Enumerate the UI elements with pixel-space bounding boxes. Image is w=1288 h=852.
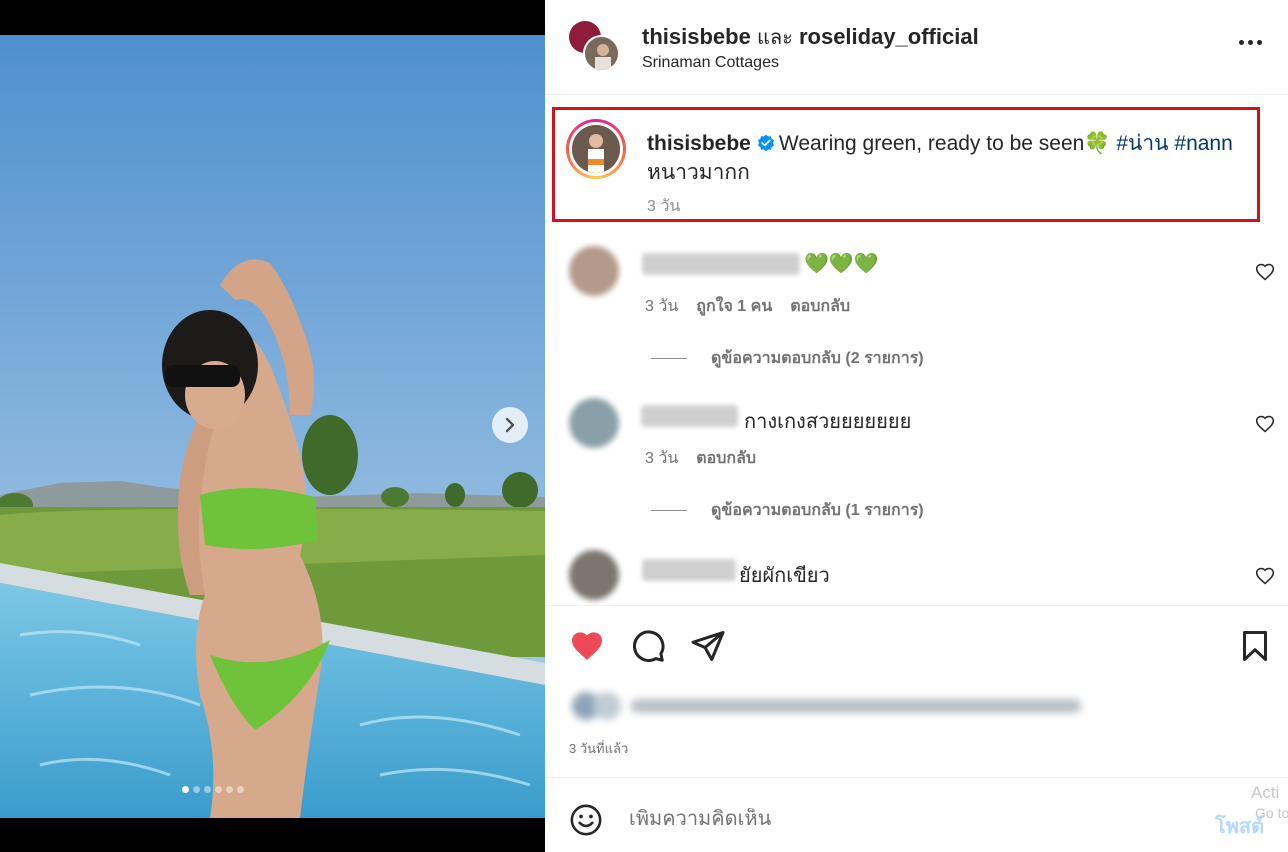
commenter-avatar[interactable]	[569, 398, 619, 448]
carousel-next-button[interactable]	[492, 407, 528, 443]
post-media	[0, 0, 545, 852]
view-replies-button[interactable]: ดูข้อความตอบกลับ (2 รายการ)	[651, 346, 924, 371]
replies-divider-line	[651, 358, 687, 359]
post-header: thisisbebe และ roseliday_official Srinam…	[545, 0, 1288, 95]
view-replies-label: ดูข้อความตอบกลับ (1 รายการ)	[711, 502, 924, 519]
owner-username-link[interactable]: thisisbebe	[642, 24, 751, 49]
hashtag-link[interactable]: #น่าน	[1116, 132, 1168, 155]
post-timestamp[interactable]: 3 วันที่แล้ว	[569, 738, 628, 759]
commenter-username-blurred[interactable]	[642, 253, 800, 275]
hashtag-link[interactable]: #nann	[1174, 132, 1232, 155]
commenter-avatar[interactable]	[569, 550, 619, 600]
caption-line-2: หนาวมากก	[647, 161, 750, 184]
add-comment-input[interactable]	[629, 808, 1209, 831]
comment-text: ยัยผักเขียว	[739, 565, 830, 587]
like-heart-icon[interactable]	[569, 628, 605, 664]
connector-text: และ	[756, 27, 793, 49]
comment-bubble-icon[interactable]	[630, 628, 666, 664]
like-comment-heart-icon[interactable]	[1255, 414, 1275, 434]
carousel-dot-active	[182, 786, 189, 793]
comment-time[interactable]: 3 วัน	[645, 450, 678, 467]
comment-composer: โพสต์ Acti Go to	[545, 777, 1288, 852]
emoji-smile-icon[interactable]	[569, 803, 603, 837]
reply-button[interactable]: ตอบกลับ	[790, 298, 850, 315]
chevron-right-icon	[505, 417, 515, 433]
replies-divider-line	[651, 510, 687, 511]
reply-button[interactable]: ตอบกลับ	[696, 450, 756, 467]
comment-text: กางเกงสวยยยยยยย	[744, 411, 912, 433]
caption-avatar	[572, 125, 620, 173]
comments-list[interactable]: 💚💚💚 3 วัน ถูกใจ 1 คน ตอบกลับ ดูข้อความตอบก…	[545, 230, 1288, 605]
comment-text: 💚💚💚	[804, 253, 879, 275]
post-side-panel: thisisbebe และ roseliday_official Srinam…	[545, 0, 1288, 852]
carousel-indicator	[182, 786, 244, 793]
carousel-dot	[215, 786, 222, 793]
commenter-avatar[interactable]	[569, 246, 619, 296]
commenter-username-blurred[interactable]	[641, 405, 738, 427]
share-paper-plane-icon[interactable]	[690, 628, 726, 664]
clover-emoji: 🍀	[1084, 132, 1111, 155]
more-options-button[interactable]	[1239, 40, 1262, 45]
caption-avatar-inner	[569, 122, 623, 176]
carousel-dot	[237, 786, 244, 793]
comment-likes[interactable]: ถูกใจ 1 คน	[696, 298, 772, 315]
owner-avatar[interactable]	[583, 35, 620, 72]
post-action-bar	[545, 605, 1288, 683]
caption-body: Wearing green, ready to be seen	[778, 132, 1085, 155]
location-link[interactable]: Srinaman Cottages	[642, 54, 779, 72]
carousel-dot	[204, 786, 211, 793]
comment-meta: 3 วัน ถูกใจ 1 คน ตอบกลับ	[645, 294, 850, 319]
carousel-dot	[226, 786, 233, 793]
carousel-dot	[193, 786, 200, 793]
view-replies-label: ดูข้อความตอบกลับ (2 รายการ)	[711, 350, 924, 367]
verified-badge-icon	[757, 134, 774, 152]
caption-username-link[interactable]: thisisbebe	[647, 132, 751, 155]
post-photo	[0, 35, 545, 818]
more-dot	[1257, 40, 1262, 45]
collaborator-username-link[interactable]: roseliday_official	[799, 24, 979, 49]
comment-time[interactable]: 3 วัน	[645, 298, 678, 315]
comment-meta: 3 วัน ตอบกลับ	[645, 446, 756, 471]
caption-text: thisisbebe Wearing green, ready to be see…	[647, 129, 1247, 187]
more-dot	[1248, 40, 1253, 45]
like-comment-heart-icon[interactable]	[1255, 566, 1275, 586]
commenter-username-blurred[interactable]	[642, 559, 736, 581]
view-replies-button[interactable]: ดูข้อความตอบกลับ (1 รายการ)	[651, 498, 924, 523]
liked-by-blurred[interactable]	[569, 689, 1089, 723]
more-dots-icon	[1239, 40, 1244, 45]
post-header-title: thisisbebe และ roseliday_official	[642, 21, 979, 53]
caption-timestamp[interactable]: 3 วัน	[647, 194, 680, 219]
like-comment-heart-icon[interactable]	[1255, 262, 1275, 282]
windows-activation-watermark: Acti	[1251, 783, 1280, 802]
caption-highlight: thisisbebe Wearing green, ready to be see…	[552, 107, 1260, 222]
windows-activation-watermark-line2: Go to	[1255, 805, 1288, 821]
caption-avatar-story-ring[interactable]	[566, 119, 626, 179]
save-bookmark-icon[interactable]	[1237, 628, 1273, 664]
